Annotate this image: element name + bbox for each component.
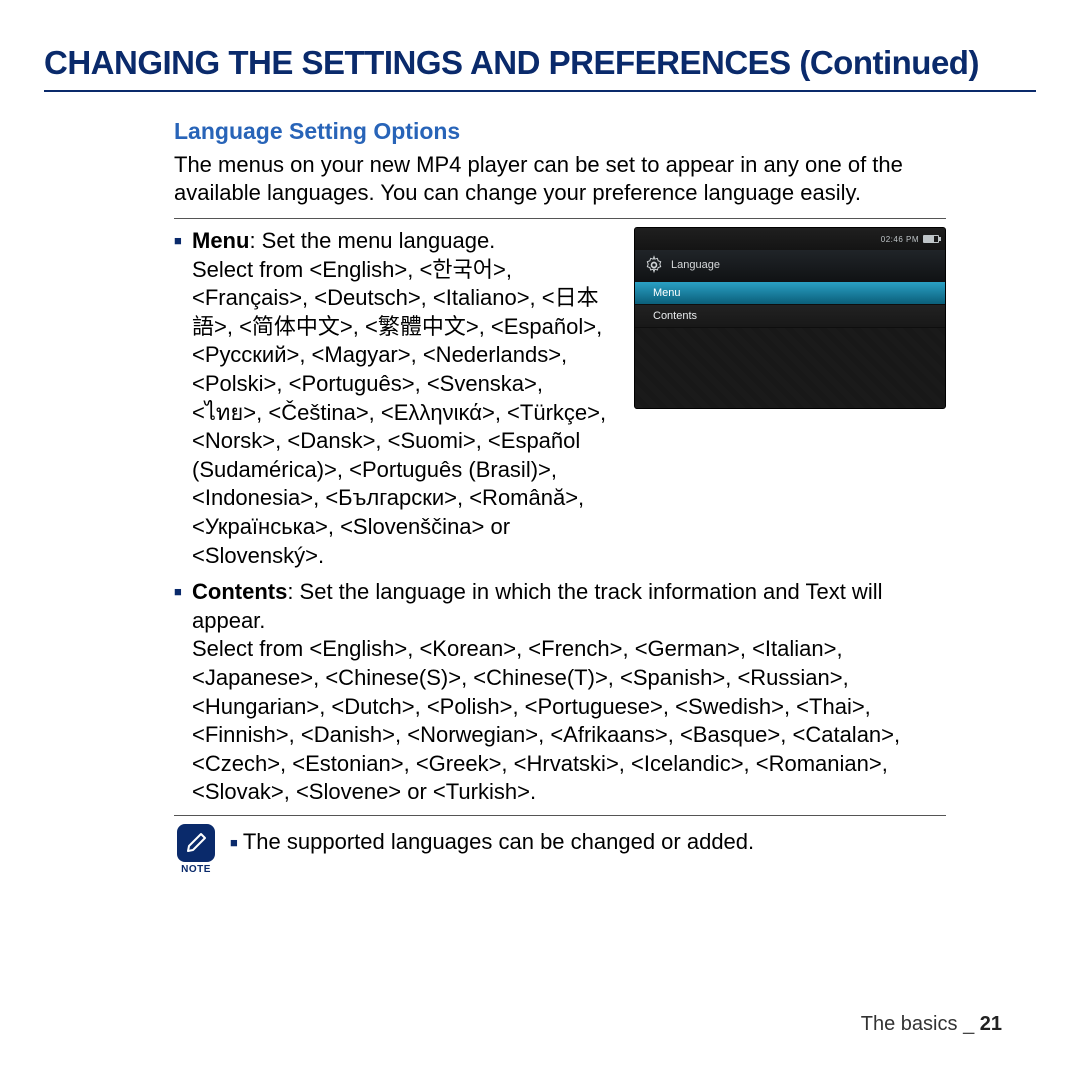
bullet-mark-icon: ■ [230,835,238,852]
bullet-menu-body: Select from <English>, <한국어>, <Français>… [192,257,606,568]
divider [174,218,946,219]
bullet-menu: ■ Menu: Set the menu language. Select fr… [174,227,618,570]
device-row-contents[interactable]: Contents [635,305,945,328]
note-text: ■The supported languages can be changed … [230,824,946,857]
device-time: 02:46 PM [881,235,919,244]
page-title: CHANGING THE SETTINGS AND PREFERENCES (C… [44,44,1036,92]
battery-icon [923,235,939,243]
bullet-contents-body: Select from <English>, <Korean>, <French… [192,636,900,804]
device-screenshot: 02:46 PM Language Menu Contents [634,227,946,409]
footer-separator: _ [963,1013,974,1035]
bullet-mark-icon: ■ [174,227,192,570]
divider [174,815,946,816]
device-screen-title: Language [671,259,720,271]
note-icon [177,824,215,862]
bullet-contents-lead: : Set the language in which the track in… [192,579,882,633]
device-row-menu[interactable]: Menu [635,282,945,305]
bullet-contents: ■ Contents: Set the language in which th… [174,578,946,807]
gear-icon [643,254,665,276]
note-label: NOTE [174,864,218,875]
note-block: NOTE ■The supported languages can be cha… [174,824,946,875]
device-background-pattern [635,328,945,408]
page-footer: The basics _ 21 [861,1013,1002,1036]
footer-section: The basics [861,1013,958,1035]
bullet-menu-label: Menu [192,228,249,253]
bullet-mark-icon: ■ [174,578,192,807]
footer-page-number: 21 [980,1013,1002,1035]
section-subtitle: Language Setting Options [174,118,946,145]
bullet-contents-label: Contents [192,579,287,604]
intro-paragraph: The menus on your new MP4 player can be … [174,151,946,206]
bullet-menu-lead: : Set the menu language. [249,228,495,253]
